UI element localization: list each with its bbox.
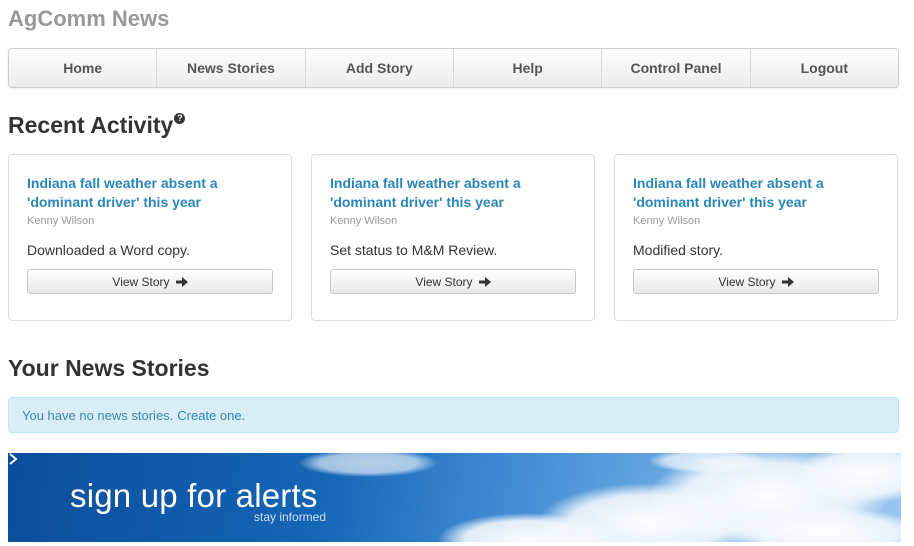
nav-logout[interactable]: Logout xyxy=(751,49,898,87)
story-title-link[interactable]: Indiana fall weather absent a 'dominant … xyxy=(27,174,257,212)
view-story-label: View Story xyxy=(112,274,170,289)
arrow-right-icon xyxy=(478,276,491,287)
your-news-stories-title: Your News Stories xyxy=(8,355,210,381)
main-navbar: Home News Stories Add Story Help Control… xyxy=(8,48,899,88)
question-icon[interactable]: ? xyxy=(174,113,186,124)
story-title-link[interactable]: Indiana fall weather absent a 'dominant … xyxy=(633,174,863,212)
nav-home[interactable]: Home xyxy=(9,49,158,87)
activity-card: Indiana fall weather absent a 'dominant … xyxy=(8,154,292,321)
view-story-button[interactable]: View Story xyxy=(330,269,576,294)
story-title-link[interactable]: Indiana fall weather absent a 'dominant … xyxy=(330,174,560,212)
chevron-right-icon xyxy=(9,453,18,465)
sign-up-alerts-banner[interactable]: sign up for alerts stay informed xyxy=(8,453,901,542)
recent-activity-title: Recent Activity xyxy=(8,112,174,138)
arrow-right-icon xyxy=(781,276,794,287)
story-author: Kenny Wilson xyxy=(633,215,701,227)
nav-add-story[interactable]: Add Story xyxy=(306,49,454,87)
nav-news-stories[interactable]: News Stories xyxy=(157,49,306,87)
activity-description: Downloaded a Word copy. xyxy=(27,242,190,258)
recent-activity-heading: Recent Activity? xyxy=(8,111,186,139)
no-stories-message: You have no news stories. xyxy=(22,407,174,423)
view-story-button[interactable]: View Story xyxy=(27,269,273,294)
activity-card: Indiana fall weather absent a 'dominant … xyxy=(311,154,595,321)
story-author: Kenny Wilson xyxy=(27,215,95,227)
story-author: Kenny Wilson xyxy=(330,215,398,227)
activity-card: Indiana fall weather absent a 'dominant … xyxy=(614,154,898,321)
nav-help[interactable]: Help xyxy=(454,49,603,87)
banner-subtext: stay informed xyxy=(254,510,327,524)
activity-description: Set status to M&M Review. xyxy=(330,242,498,258)
no-stories-alert: You have no news stories. Create one. xyxy=(8,397,899,433)
recent-activity-cards: Indiana fall weather absent a 'dominant … xyxy=(8,154,899,321)
create-story-link[interactable]: Create one. xyxy=(177,408,245,423)
activity-description: Modified story. xyxy=(633,242,723,258)
nav-control-panel[interactable]: Control Panel xyxy=(602,49,751,87)
site-title: AgComm News xyxy=(8,6,170,31)
view-story-label: View Story xyxy=(415,274,473,289)
view-story-label: View Story xyxy=(718,274,776,289)
view-story-button[interactable]: View Story xyxy=(633,269,879,294)
arrow-right-icon xyxy=(175,276,188,287)
